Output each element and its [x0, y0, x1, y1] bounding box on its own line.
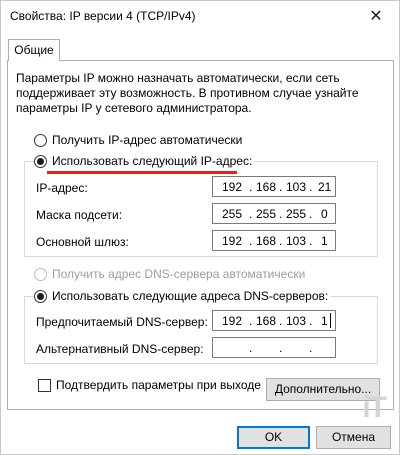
alternate-dns-input[interactable]: . . . — [212, 337, 336, 358]
radio-indicator — [34, 133, 47, 147]
checkbox-label: Подтвердить параметры при выходе — [56, 378, 261, 392]
radio-indicator — [34, 267, 47, 281]
dialog-window: Свойства: IP версии 4 (TCP/IPv4) ✕ Общие… — [0, 0, 400, 455]
subnet-mask-input[interactable]: 255. 255. 255. 0 — [212, 203, 336, 224]
ip-address-label: IP-адрес: — [36, 181, 88, 195]
radio-indicator-selected — [34, 289, 47, 303]
subnet-mask-label: Маска подсети: — [36, 208, 123, 222]
title-bar: Свойства: IP версии 4 (TCP/IPv4) ✕ — [1, 1, 399, 32]
default-gateway-label: Основной шлюз: — [36, 235, 129, 249]
radio-obtain-ip-auto[interactable]: Получить IP-адрес автоматически — [34, 133, 242, 147]
preferred-dns-label: Предпочитаемый DNS-сервер: — [36, 315, 208, 329]
radio-label: Получить IP-адрес автоматически — [52, 133, 243, 147]
radio-obtain-dns-auto[interactable]: Получить адрес DNS-сервера автоматически — [34, 267, 305, 281]
tab-general[interactable]: Общие — [8, 39, 60, 61]
close-button[interactable]: ✕ — [359, 5, 393, 27]
radio-label: Использовать следующий IP-адрес: — [52, 154, 253, 168]
alternate-dns-label: Альтернативный DNS-сервер: — [36, 342, 204, 356]
window-title: Свойства: IP версии 4 (TCP/IPv4) — [10, 9, 196, 23]
ok-button[interactable]: OK — [237, 426, 310, 449]
radio-label: Использовать следующие адреса DNS-сервер… — [52, 289, 329, 303]
preferred-dns-input[interactable]: 192. 168. 103. 1 — [212, 310, 336, 331]
default-gateway-input[interactable]: 192. 168. 103. 1 — [212, 230, 336, 251]
ip-address-input[interactable]: 192. 168. 103. 21 — [212, 176, 336, 197]
annotation-underline — [47, 171, 237, 174]
checkbox-box — [38, 378, 51, 392]
radio-indicator-selected — [34, 154, 47, 168]
radio-use-following-ip[interactable]: Использовать следующий IP-адрес: — [34, 154, 256, 168]
close-icon: ✕ — [369, 8, 383, 25]
cancel-button[interactable]: Отмена — [316, 426, 391, 449]
text-cursor — [330, 313, 331, 328]
description-text: Параметры IP можно назначать автоматичес… — [16, 71, 359, 115]
radio-label: Получить адрес DNS-сервера автоматически — [52, 267, 306, 281]
radio-use-following-dns[interactable]: Использовать следующие адреса DNS-сервер… — [34, 289, 332, 303]
watermark-logo: iT — [362, 391, 387, 424]
validate-on-exit-checkbox[interactable]: Подтвердить параметры при выходе — [38, 378, 261, 392]
